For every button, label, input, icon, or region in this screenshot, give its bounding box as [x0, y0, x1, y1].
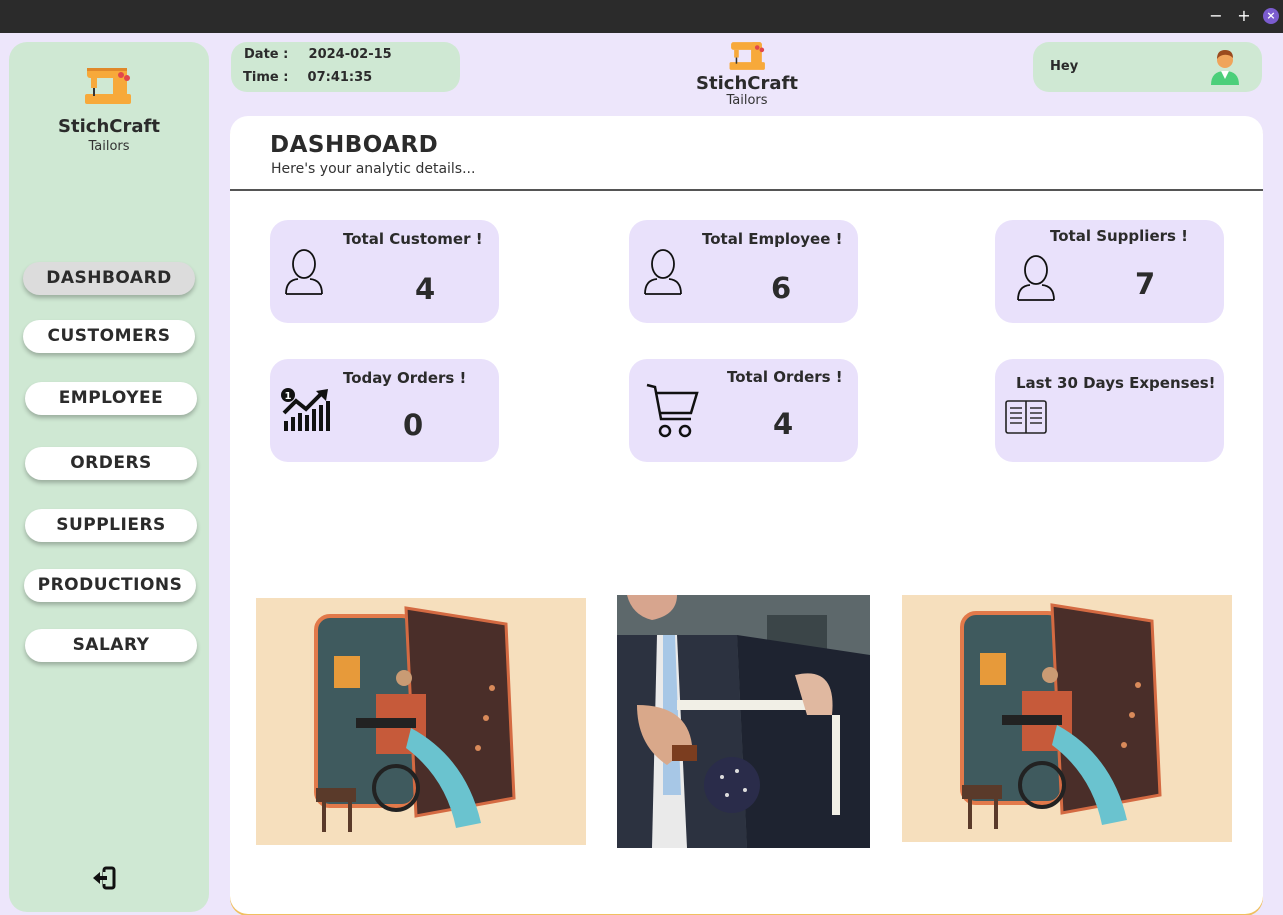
tailor-illustration-image	[256, 598, 586, 845]
card-title: Total Suppliers !	[1050, 227, 1189, 245]
minimize-button[interactable]: −	[1208, 8, 1224, 24]
card-title: Total Customer !	[343, 230, 483, 248]
sewing-machine-icon	[729, 42, 765, 70]
header-brand-name: StichCraft	[696, 73, 798, 94]
card-value: 4	[773, 407, 794, 441]
sidebar-item-salary[interactable]: SALARY	[25, 629, 197, 662]
time-label: Time :	[243, 70, 289, 85]
sidebar-item-orders[interactable]: ORDERS	[25, 447, 197, 480]
card-value: 7	[1135, 267, 1156, 301]
person-outline-icon	[1017, 255, 1055, 301]
header-brand-subtitle: Tailors	[726, 93, 768, 108]
sewing-machine-icon	[85, 68, 131, 104]
suit-measurement-image	[617, 595, 870, 848]
time-value: 07:41:35	[307, 70, 373, 85]
last-30-days-expenses-card[interactable]: Last 30 Days Expenses!	[995, 359, 1224, 462]
sidebar-brand-name: StichCraft	[58, 116, 160, 137]
close-button[interactable]: ×	[1263, 8, 1279, 24]
header-divider	[230, 189, 1263, 191]
total-orders-card[interactable]: Total Orders ! 4	[629, 359, 858, 462]
main-panel: DASHBOARD Here's your analytic details..…	[230, 116, 1263, 914]
date-label: Date :	[244, 47, 289, 62]
card-title: Last 30 Days Expenses!	[1016, 374, 1216, 392]
tailor-illustration-image	[902, 595, 1232, 842]
page-subtitle: Here's your analytic details...	[271, 161, 476, 177]
total-suppliers-card[interactable]: Total Suppliers ! 7	[995, 220, 1224, 323]
sidebar-item-customers[interactable]: CUSTOMERS	[23, 320, 195, 353]
greeting-widget: Hey	[1033, 42, 1262, 92]
sidebar-item-suppliers[interactable]: SUPPLIERS	[25, 509, 197, 542]
total-customer-card[interactable]: Total Customer ! 4	[270, 220, 499, 323]
user-avatar-icon[interactable]	[1209, 47, 1241, 85]
card-title: Total Orders !	[727, 368, 843, 386]
maximize-button[interactable]: +	[1236, 8, 1252, 24]
logout-icon[interactable]	[91, 866, 117, 890]
today-orders-card[interactable]: 1 Today Orders ! 0	[270, 359, 499, 462]
card-value: 4	[415, 272, 436, 306]
page-title: DASHBOARD	[270, 132, 439, 158]
sidebar-item-dashboard[interactable]: DASHBOARD	[23, 262, 195, 295]
sidebar: StichCraft Tailors DASHBOARD CUSTOMERS E…	[9, 42, 209, 912]
datetime-widget: Date : 2024-02-15 Time : 07:41:35	[231, 42, 460, 92]
window-title-bar: − + ×	[0, 0, 1283, 33]
total-employee-card[interactable]: Total Employee ! 6	[629, 220, 858, 323]
person-outline-icon	[644, 249, 682, 295]
sidebar-brand-subtitle: Tailors	[88, 139, 130, 154]
svg-text:1: 1	[285, 391, 292, 402]
greeting-text: Hey	[1050, 59, 1079, 74]
person-outline-icon	[285, 249, 323, 295]
card-title: Today Orders !	[343, 369, 467, 387]
card-value: 6	[771, 271, 792, 305]
shopping-cart-icon	[646, 383, 699, 438]
card-title: Total Employee !	[702, 230, 843, 248]
sidebar-item-employee[interactable]: EMPLOYEE	[25, 382, 197, 415]
ledger-book-icon	[1005, 400, 1047, 434]
growth-chart-icon: 1	[281, 388, 330, 431]
card-value: 0	[403, 408, 424, 442]
sidebar-item-productions[interactable]: PRODUCTIONS	[24, 569, 196, 602]
date-value: 2024-02-15	[308, 47, 392, 62]
